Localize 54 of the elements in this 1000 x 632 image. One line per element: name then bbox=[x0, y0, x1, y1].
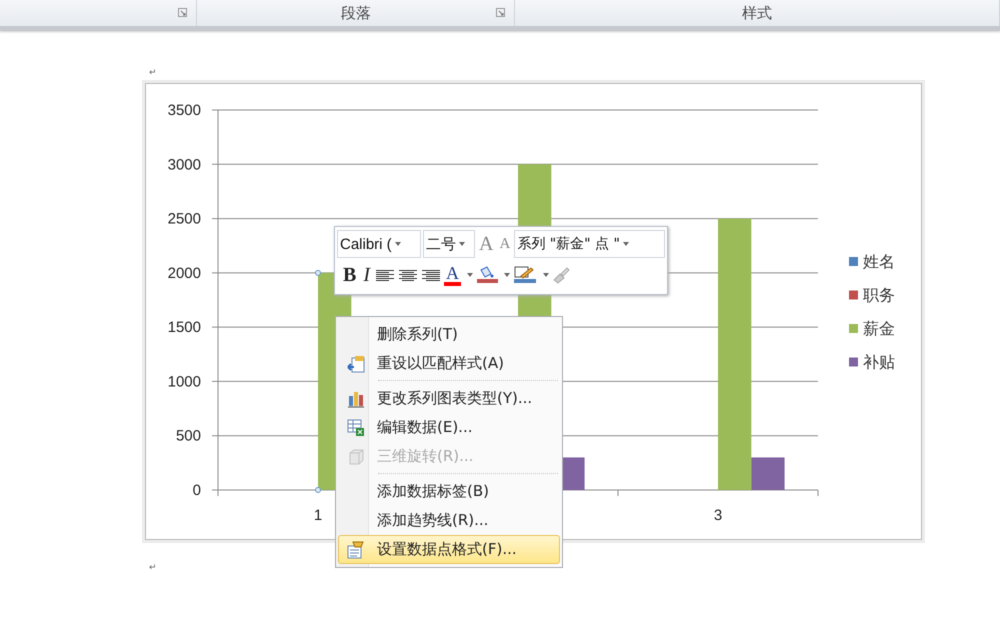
caret-icon[interactable] bbox=[504, 273, 510, 277]
menu-item[interactable]: 编辑数据(E)... bbox=[338, 413, 560, 442]
paint-bucket-icon[interactable] bbox=[476, 266, 498, 284]
spreadsheet-icon bbox=[347, 418, 365, 436]
format-icon bbox=[347, 540, 365, 558]
selection-handle[interactable] bbox=[315, 270, 321, 276]
paragraph-mark: ↵ bbox=[149, 67, 157, 80]
legend-label: 职务 bbox=[863, 286, 895, 304]
legend-label: 补贴 bbox=[863, 352, 895, 372]
align-left-icon[interactable] bbox=[375, 268, 396, 282]
group-label: 段落 bbox=[340, 4, 371, 22]
dialog-launcher-icon[interactable] bbox=[178, 8, 188, 17]
font-name-dropdown[interactable]: Calibri ( bbox=[337, 230, 421, 258]
bar[interactable] bbox=[751, 457, 785, 490]
italic-button[interactable]: I bbox=[361, 264, 372, 286]
menu-item[interactable]: 添加趋势线(R)... bbox=[338, 506, 560, 535]
caret-icon[interactable] bbox=[467, 273, 474, 277]
axis-tick-label: 500 bbox=[176, 428, 201, 445]
axis-tick-label: 2500 bbox=[168, 210, 201, 228]
bold-button[interactable]: B bbox=[341, 264, 358, 286]
chart-reset-icon bbox=[347, 354, 365, 372]
menu-item[interactable]: 更改系列图表类型(Y)... bbox=[338, 384, 560, 413]
axis-tick-label: 1500 bbox=[168, 319, 201, 336]
axis-tick-label: 1000 bbox=[168, 373, 201, 390]
grow-font-button[interactable]: A bbox=[477, 232, 496, 256]
font-size-dropdown[interactable]: 二号 bbox=[423, 230, 475, 258]
menu-item[interactable]: 删除系列(T) bbox=[338, 320, 560, 349]
menu-item[interactable]: 设置数据点格式(F)... bbox=[338, 535, 560, 564]
align-right-icon[interactable] bbox=[421, 268, 442, 282]
caret-icon bbox=[459, 242, 465, 246]
category-label: 3 bbox=[714, 507, 722, 524]
menu-item[interactable]: 重设以匹配样式(A) bbox=[338, 349, 560, 378]
legend-label: 姓名 bbox=[863, 252, 895, 271]
cube-icon bbox=[347, 448, 365, 466]
axis-tick-label: 0 bbox=[192, 482, 201, 499]
axis-tick-label: 3500 bbox=[168, 102, 201, 119]
menu-item[interactable]: 添加数据标签(B) bbox=[338, 477, 560, 506]
caret-icon[interactable] bbox=[543, 273, 550, 277]
shrink-font-button[interactable]: A bbox=[497, 236, 512, 252]
paragraph-mark: ↵ bbox=[149, 562, 157, 575]
legend-label: 薪金 bbox=[863, 319, 895, 338]
bar-chart-icon bbox=[347, 390, 365, 408]
caret-icon bbox=[394, 242, 401, 246]
caret-icon bbox=[622, 242, 629, 246]
selection-dropdown[interactable]: 系列 "薪金" 点 " bbox=[514, 230, 665, 258]
category-label: 1 bbox=[314, 507, 322, 524]
pencil-outline-icon[interactable] bbox=[513, 266, 538, 284]
axis-tick-label: 3000 bbox=[168, 156, 201, 174]
group-label: 样式 bbox=[742, 4, 772, 22]
dialog-launcher-icon[interactable] bbox=[496, 8, 506, 17]
font-color-button[interactable]: A bbox=[444, 264, 462, 286]
axis-tick-label: 2000 bbox=[168, 264, 201, 282]
align-center-icon[interactable] bbox=[398, 268, 418, 282]
selection-handle[interactable] bbox=[315, 487, 321, 493]
